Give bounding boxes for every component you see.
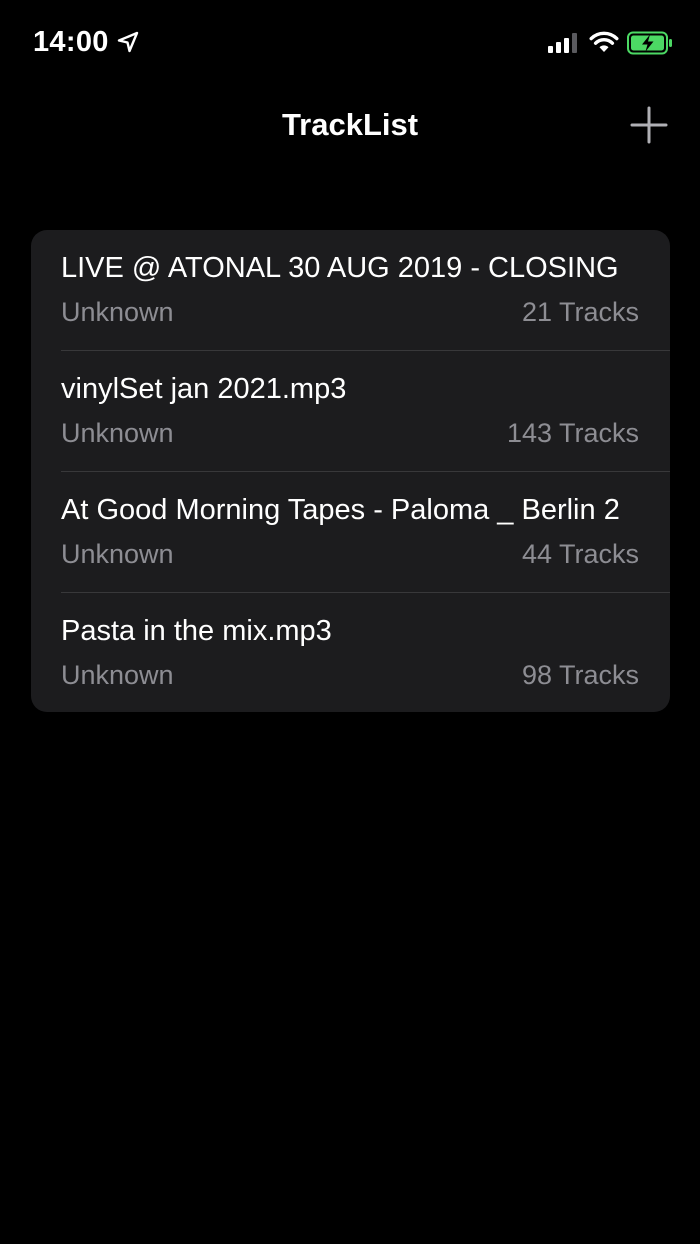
tracklist-list: LIVE @ ATONAL 30 AUG 2019 - CLOSING Unkn…: [31, 230, 670, 712]
tracklist-artist: Unknown: [61, 660, 174, 690]
status-bar: 14:00: [0, 0, 700, 88]
add-tracklist-button[interactable]: [628, 104, 670, 146]
tracklist-track-count: 44 Tracks: [521, 539, 639, 569]
tracklist-row-1[interactable]: LIVE @ ATONAL 30 AUG 2019 - CLOSING Unkn…: [31, 230, 670, 350]
tracklist-title: vinylSet jan 2021.mp3: [61, 373, 347, 405]
wifi-icon: [589, 31, 619, 52]
status-time: 14:00: [33, 26, 109, 58]
battery-charging-icon: [627, 31, 672, 55]
tracklist-row-3[interactable]: At Good Morning Tapes - Paloma _ Berlin …: [61, 471, 670, 592]
tracklist-track-count: 21 Tracks: [521, 297, 639, 327]
location-arrow-icon: [117, 31, 139, 53]
tracklist-title: At Good Morning Tapes - Paloma _ Berlin …: [61, 494, 620, 526]
tracklist-row-2[interactable]: vinylSet jan 2021.mp3 Unknown 143 Tracks: [61, 350, 670, 471]
tracklist-track-count: 98 Tracks: [521, 660, 639, 690]
plus-icon: [630, 106, 668, 144]
tracklist-artist: Unknown: [61, 418, 174, 448]
cellular-signal-icon: [548, 33, 577, 53]
tracklist-title: LIVE @ ATONAL 30 AUG 2019 - CLOSING: [61, 252, 619, 284]
tracklist-title: Pasta in the mix.mp3: [61, 615, 332, 647]
tracklist-artist: Unknown: [61, 539, 174, 569]
tracklist-artist: Unknown: [61, 297, 174, 327]
tracklist-track-count: 143 Tracks: [506, 418, 639, 448]
tracklist-row-4[interactable]: Pasta in the mix.mp3 Unknown 98 Tracks: [61, 592, 670, 712]
navigation-bar: TrackList: [0, 88, 700, 164]
page-title: TrackList: [281, 107, 419, 142]
